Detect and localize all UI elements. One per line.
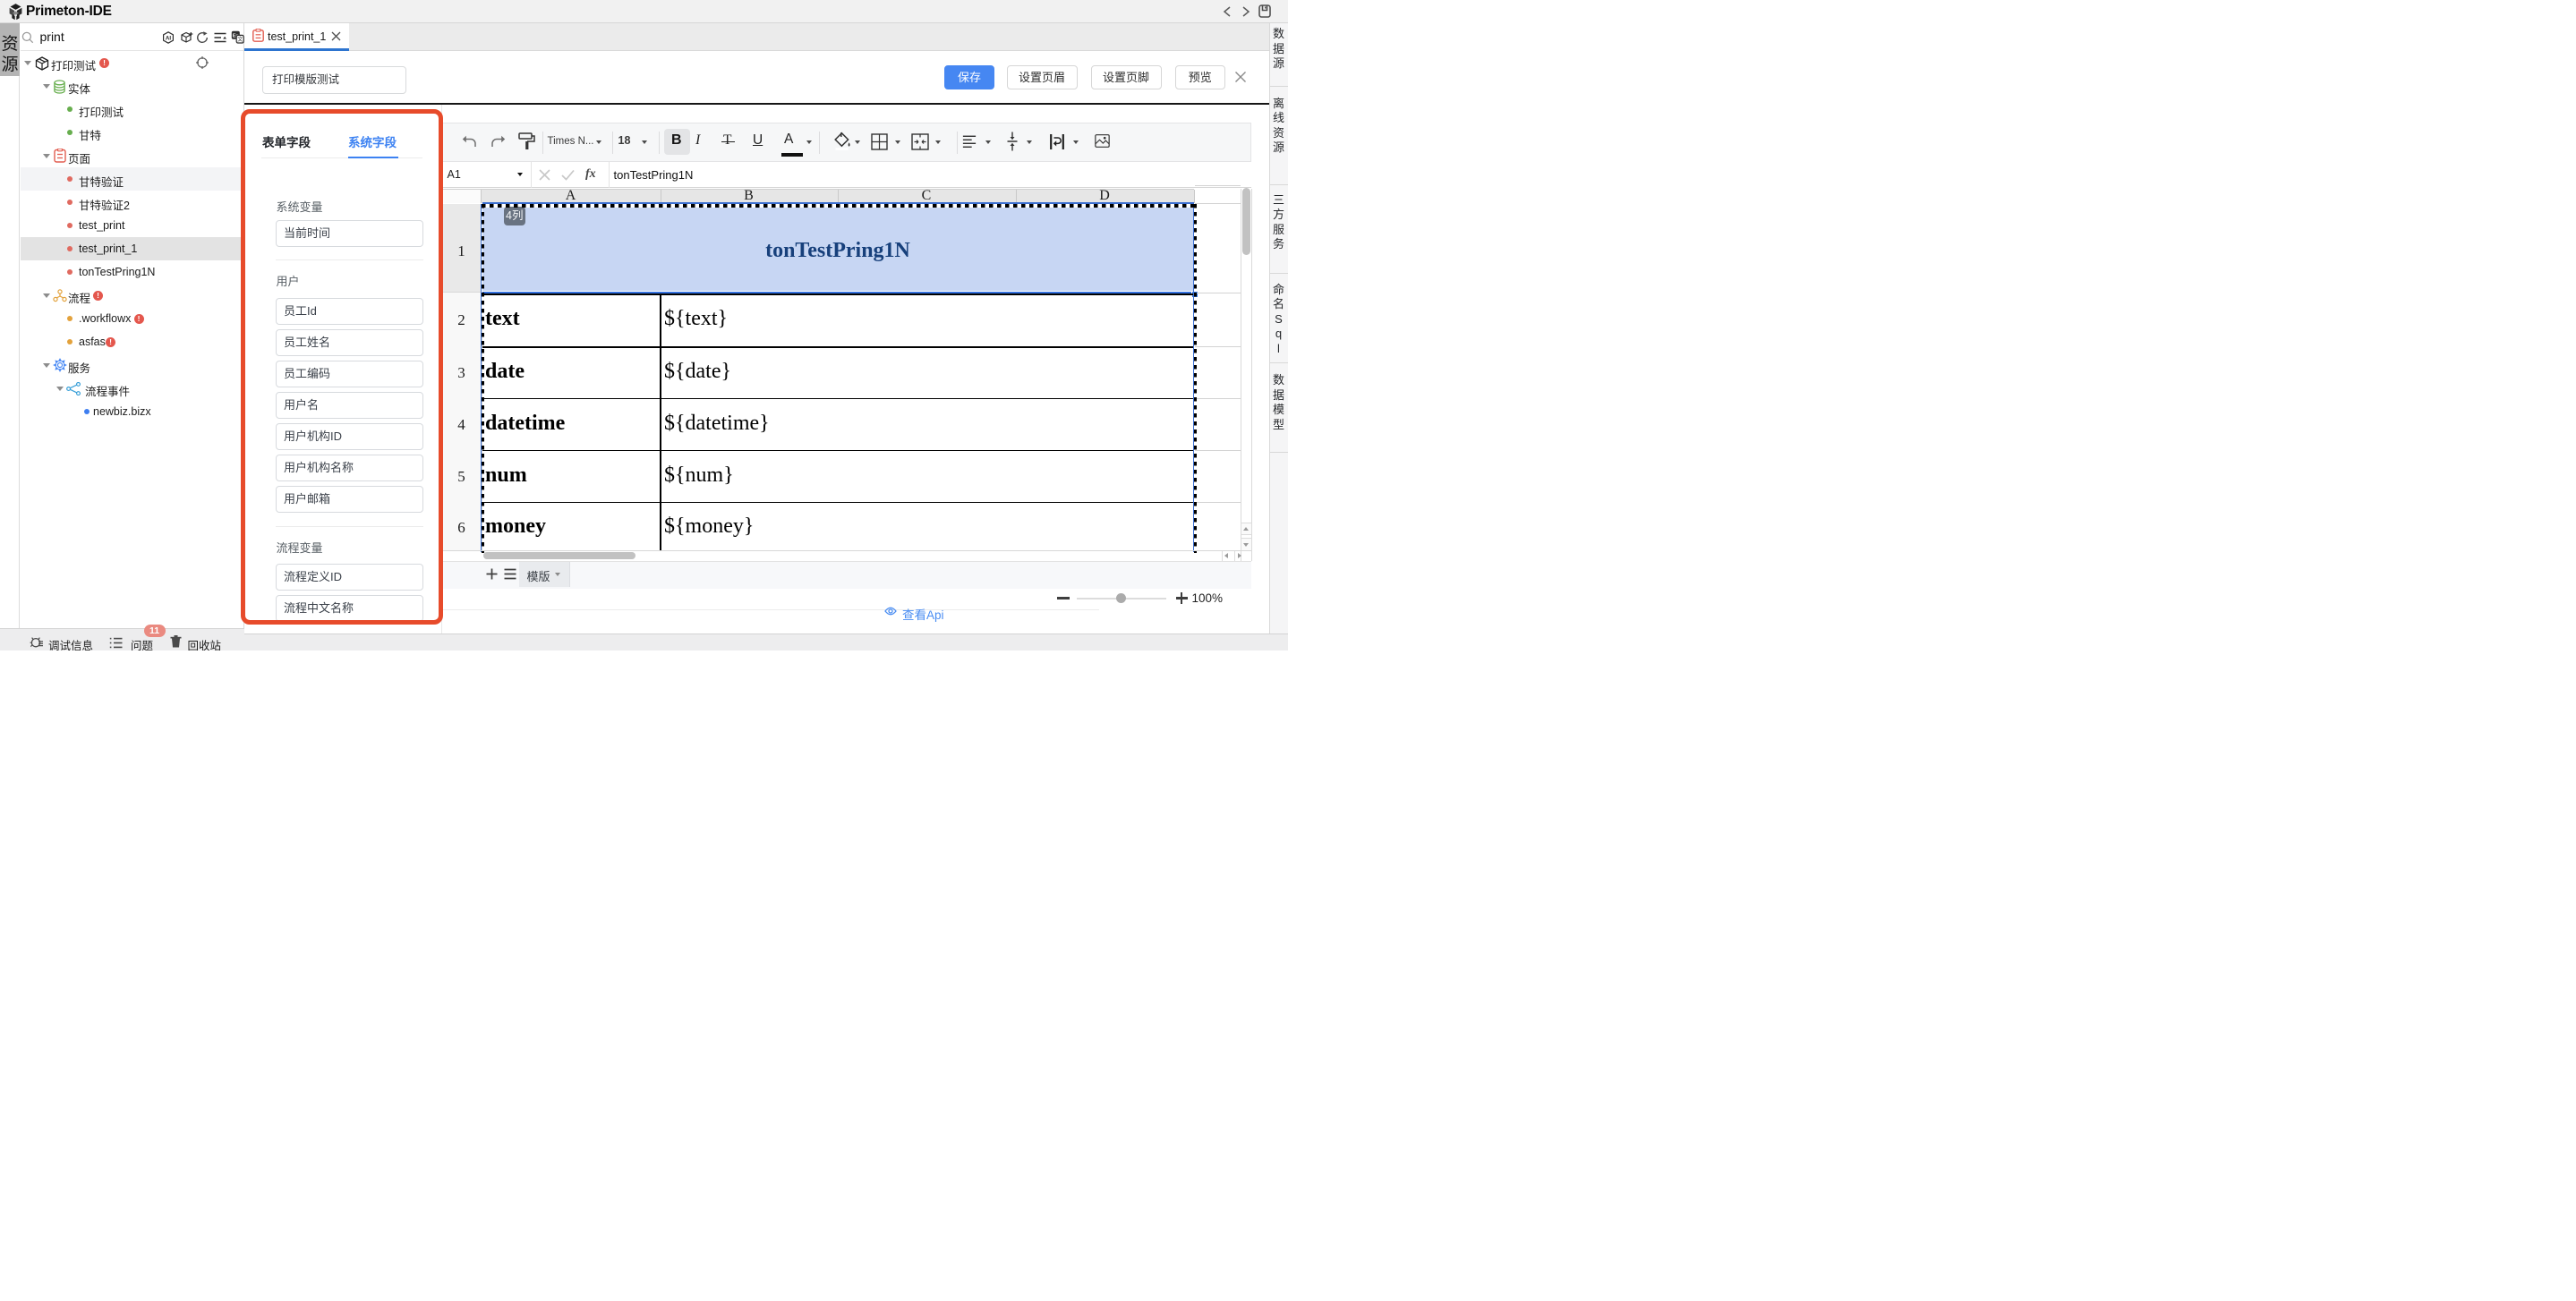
- svg-text:文: 文: [237, 36, 243, 43]
- svg-text:AI: AI: [166, 35, 171, 41]
